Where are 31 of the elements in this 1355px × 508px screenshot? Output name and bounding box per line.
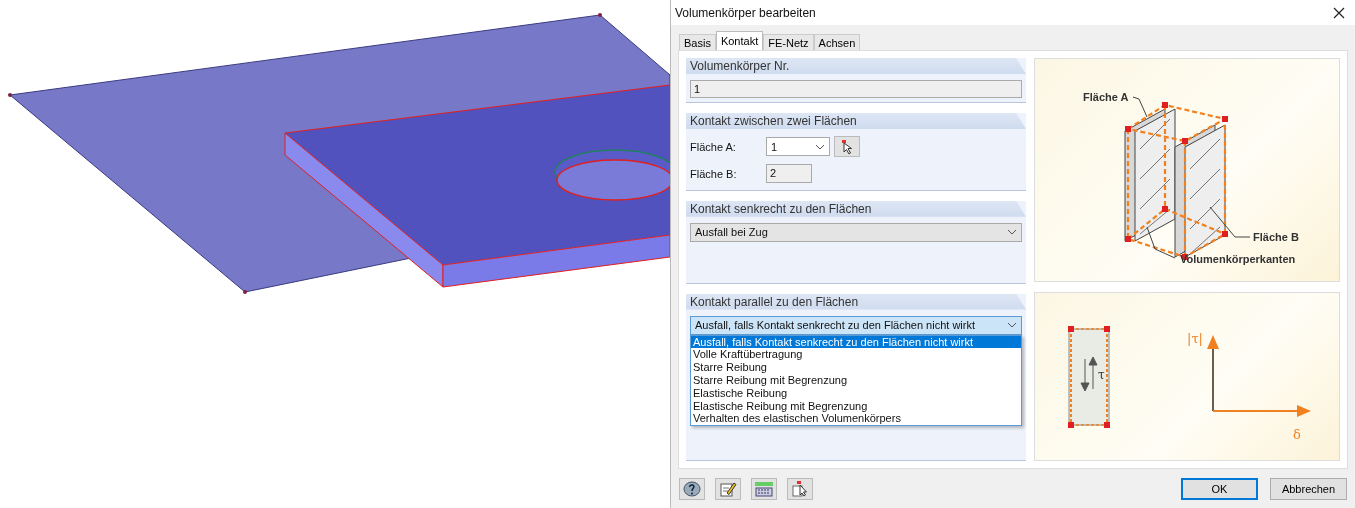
cancel-button[interactable]: Abbrechen <box>1270 478 1347 500</box>
group-title: Kontakt zwischen zwei Flächen <box>686 113 1026 129</box>
dropdown-option[interactable]: Starre Reibung mit Begrenzung <box>691 373 1021 387</box>
dropdown-option[interactable]: Elastische Reibung <box>691 386 1021 400</box>
field-label: Fläche B: <box>690 167 738 180</box>
dropdown-option[interactable]: Elastische Reibung mit Begrenzung <box>691 399 1021 413</box>
field-label: Fläche A: <box>690 140 737 153</box>
axis-label: |τ| <box>1187 331 1203 347</box>
parallel-dropdown[interactable]: Ausfall, falls Kontakt senkrecht zu den Flächen nicht wirkt <box>690 315 1022 335</box>
dropdown-option[interactable]: Starre Reibung <box>691 361 1021 374</box>
diagram-label: Fläche B <box>1253 231 1299 243</box>
tab[interactable]: FE-Netz <box>763 34 814 50</box>
group-title: Kontakt parallel zu den Flächen <box>686 293 1026 310</box>
number-field: 1 <box>690 80 1022 98</box>
ok-button[interactable]: OK <box>1181 478 1258 500</box>
surface-b-field: 2 <box>766 164 812 183</box>
tab[interactable]: Achsen <box>813 34 861 50</box>
group-title: Volumenkörper Nr. <box>686 58 1026 74</box>
dropdown-option[interactable]: Ausfall, falls Kontakt senkrecht zu den Flächen nicht wirkt <box>691 335 1021 349</box>
tab[interactable]: Kontakt <box>715 31 764 50</box>
diagram-label: Fläche A <box>1083 91 1129 103</box>
dropdown-option[interactable]: Volle Kraftübertragung <box>691 348 1021 362</box>
tab[interactable]: Basis <box>679 34 716 50</box>
axis-label: δ <box>1293 427 1301 443</box>
dropdown-option[interactable]: Verhalten des elastischen Volumenkörpers <box>691 412 1021 426</box>
group-title: Kontakt senkrecht zu den Flächen <box>686 200 1026 217</box>
surface-a-dropdown[interactable]: 1 <box>766 137 830 156</box>
shear-symbol: τ <box>1098 368 1105 383</box>
diagram-label: Volumenkörperkanten <box>1180 253 1296 265</box>
window-title: Volumenkörper bearbeiten <box>675 5 816 20</box>
perpendicular-dropdown[interactable]: Ausfall bei Zug <box>690 222 1022 242</box>
